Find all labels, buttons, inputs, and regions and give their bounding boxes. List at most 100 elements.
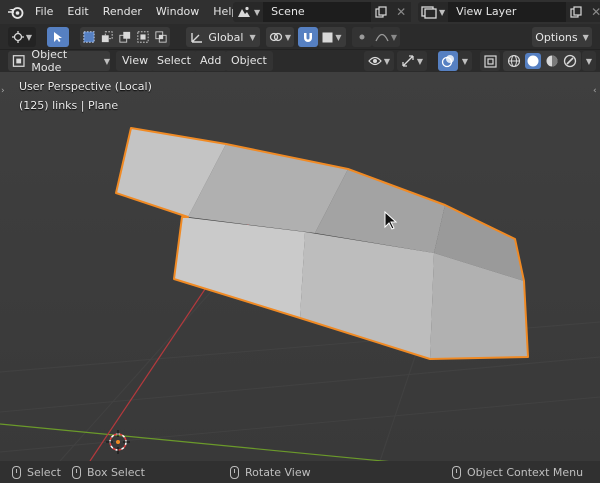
viewport-header-toolbar: ▼ Global ▼ ▼ ▼ ▼ Options ▼: [0, 24, 600, 50]
chevron-down-icon: ▼: [249, 32, 256, 42]
gizmo-dropdown[interactable]: ▼: [397, 51, 427, 71]
menu-object[interactable]: Object: [225, 51, 273, 71]
select-extend-icon[interactable]: [101, 30, 113, 44]
close-icon: ✕: [591, 5, 600, 19]
orientation-axes-icon: [191, 33, 203, 43]
mouse-middle-icon: [230, 465, 239, 479]
status-select: Select: [12, 461, 61, 483]
transform-orientation-dropdown[interactable]: Global ▼: [186, 27, 260, 47]
link-icon: [269, 32, 283, 42]
delete-view-layer-button[interactable]: ✕: [586, 2, 600, 22]
status-box-select: Box Select: [72, 461, 145, 483]
select-tool-button[interactable]: [47, 27, 69, 47]
3d-viewport[interactable]: User Perspective (Local) (125) links | P…: [0, 72, 600, 461]
options-label: Options: [535, 30, 578, 44]
snap-target-dropdown[interactable]: ▼: [318, 27, 346, 47]
chevron-down-icon: ▼: [461, 56, 469, 66]
chevron-down-icon: ▼: [254, 7, 261, 17]
select-intersect-icon[interactable]: [155, 30, 167, 44]
proportional-editing-toggle[interactable]: [352, 27, 372, 47]
view-layer-selector: ▼ View Layer ✕: [418, 2, 600, 22]
visibility-dropdown[interactable]: ▼: [364, 51, 394, 71]
scene-browse-button[interactable]: ▼: [233, 2, 264, 22]
chevron-down-icon: ▼: [582, 32, 589, 42]
wireframe-shading-icon[interactable]: [507, 54, 521, 68]
delete-scene-button[interactable]: ✕: [391, 2, 412, 22]
object-info-label: (125) links | Plane: [19, 99, 119, 112]
overlays-toggle[interactable]: [438, 51, 458, 71]
sidebar-expand-arrow-icon[interactable]: ‹: [593, 86, 597, 96]
status-context-menu: Object Context Menu: [452, 461, 583, 483]
falloff-curve-icon: [375, 33, 389, 42]
chevron-down-icon: ▼: [284, 32, 292, 42]
snap-increment-icon: [322, 32, 333, 42]
menu-window[interactable]: Window: [149, 0, 206, 24]
select-invert-icon[interactable]: [137, 30, 149, 44]
close-icon: ✕: [396, 5, 407, 19]
view-layer-browse-button[interactable]: ▼: [418, 2, 449, 22]
select-new-icon[interactable]: [83, 30, 95, 44]
object-origin-dot: [116, 440, 120, 444]
xray-toggle[interactable]: [480, 51, 500, 71]
magnet-icon: [304, 33, 312, 42]
viewport-scene[interactable]: [0, 72, 600, 461]
select-subtract-icon[interactable]: [119, 30, 131, 44]
chevron-down-icon: ▼: [416, 56, 424, 66]
shading-dropdown[interactable]: ▼: [582, 51, 596, 71]
gizmo-arrows-icon: [402, 55, 414, 67]
chevron-down-icon: ▼: [383, 56, 391, 66]
chevron-down-icon: ▼: [25, 32, 33, 42]
overlays-dropdown[interactable]: ▼: [458, 51, 472, 71]
menu-view[interactable]: View: [116, 51, 155, 71]
snap-toggle[interactable]: [298, 27, 318, 47]
mode-label: Object Mode: [31, 48, 68, 74]
status-box-select-label: Box Select: [87, 465, 145, 479]
mouse-drag-icon: [72, 465, 81, 479]
status-select-label: Select: [27, 465, 61, 479]
proportional-dot-icon: [359, 34, 365, 40]
cursor-arrow-icon: [54, 32, 62, 42]
object-mode-dropdown[interactable]: Object Mode ▼: [8, 48, 110, 74]
status-bar: Select Box Select Rotate View Object Con…: [0, 461, 600, 483]
copy-icon: [570, 6, 582, 18]
copy-icon: [375, 6, 387, 18]
perspective-label: User Perspective (Local): [19, 80, 152, 93]
mouse-left-icon: [12, 465, 21, 479]
chevron-down-icon: ▼: [439, 7, 446, 17]
scene-selector: ▼ Scene ✕: [233, 2, 412, 22]
toolbar-expand-arrow-icon[interactable]: ›: [1, 86, 5, 96]
rendered-shading-icon[interactable]: [563, 54, 577, 68]
editor-type-button[interactable]: ▼: [8, 27, 36, 47]
xray-icon: [483, 54, 497, 68]
menu-add[interactable]: Add: [194, 51, 228, 71]
eye-icon: [368, 56, 382, 66]
view-layer-icon: [421, 6, 437, 19]
menu-select[interactable]: Select: [151, 51, 197, 71]
chevron-down-icon: ▼: [390, 32, 398, 42]
solid-shading-icon[interactable]: [525, 53, 541, 69]
falloff-dropdown[interactable]: ▼: [372, 27, 400, 47]
menu-file[interactable]: File: [28, 0, 60, 24]
shading-mode-group: [503, 51, 581, 71]
status-context-menu-label: Object Context Menu: [467, 465, 584, 479]
menu-edit[interactable]: Edit: [60, 0, 95, 24]
overlays-icon: [441, 55, 454, 68]
material-shading-icon[interactable]: [545, 54, 559, 68]
view-layer-name-field[interactable]: View Layer: [448, 2, 567, 22]
chevron-down-icon: ▼: [335, 32, 342, 42]
options-dropdown[interactable]: Options ▼: [532, 27, 592, 47]
chevron-down-icon: ▼: [585, 56, 593, 66]
new-view-layer-button[interactable]: [566, 2, 587, 22]
chevron-down-icon: ▼: [103, 56, 110, 66]
menu-render[interactable]: Render: [96, 0, 149, 24]
object-mode-icon: [12, 55, 25, 67]
scene-name-field[interactable]: Scene: [263, 2, 372, 22]
mouse-right-icon: [452, 465, 461, 479]
status-rotate-view: Rotate View: [230, 461, 311, 483]
top-menu-bar: File Edit Render Window Help ▼ Scene ✕ ▼…: [0, 0, 600, 24]
new-scene-button[interactable]: [371, 2, 392, 22]
scene-icon: [238, 6, 250, 17]
orientation-label: Global: [208, 30, 244, 44]
blender-logo-icon[interactable]: [4, 0, 28, 24]
pivot-point-dropdown[interactable]: ▼: [266, 27, 294, 47]
